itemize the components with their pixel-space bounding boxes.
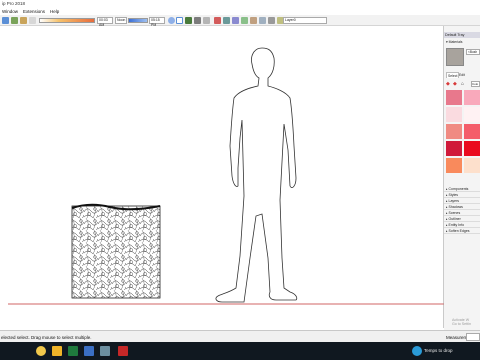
toolbar: 00:03 AM Noon 05:15 PM Layer0	[0, 15, 480, 27]
taskbar: Temps to drop	[0, 342, 480, 360]
forward-arrow-icon[interactable]: ◆	[453, 81, 457, 87]
material-name-field[interactable]: <Bush	[466, 49, 480, 55]
title-bar: ip Pro 2018	[0, 0, 480, 7]
bush-block[interactable]	[71, 203, 161, 299]
file-explorer-icon[interactable]	[52, 346, 62, 356]
measurements-input[interactable]	[466, 333, 480, 341]
swatch[interactable]	[464, 124, 480, 139]
menu-bar: Window Extensions Help	[0, 7, 480, 15]
panel-soften-edges[interactable]: ▸Soften Edges	[444, 228, 480, 234]
status-message: elected select. Drag mouse to select mul…	[1, 335, 92, 340]
camera-icon[interactable]	[214, 17, 221, 24]
swatch[interactable]	[464, 90, 480, 105]
chrome-icon[interactable]	[36, 346, 46, 356]
tray-title[interactable]: Default Tray	[444, 32, 480, 38]
back-arrow-icon[interactable]: ◆	[446, 81, 450, 87]
right-view-icon[interactable]	[259, 17, 266, 24]
warehouse-icon[interactable]	[194, 17, 201, 24]
component-icon[interactable]	[185, 17, 192, 24]
layer-select[interactable]: Layer0	[283, 17, 327, 24]
collection-select[interactable]: Colo	[471, 81, 480, 87]
fog-icon[interactable]	[168, 17, 175, 24]
word-icon[interactable]	[84, 346, 94, 356]
swatch[interactable]	[464, 107, 480, 122]
front-view-icon[interactable]	[250, 17, 257, 24]
excel-icon[interactable]	[68, 346, 78, 356]
model-canvas[interactable]	[0, 26, 445, 328]
watermark-line-2: Go to Settin	[452, 322, 471, 326]
swatch[interactable]	[464, 158, 480, 173]
activation-watermark: Activate W Go to Settin	[452, 318, 471, 326]
window-title: ip Pro 2018	[2, 1, 26, 6]
person-silhouette[interactable]	[215, 47, 298, 303]
swatch-grid	[446, 90, 480, 173]
back-view-icon[interactable]	[268, 17, 275, 24]
tab-edit[interactable]: Edit	[458, 72, 466, 78]
extension-icon[interactable]	[203, 17, 210, 24]
eraser-tool-icon[interactable]	[11, 17, 18, 24]
measurements-label: Measurem	[446, 335, 468, 340]
menu-item-extensions[interactable]: Extensions	[23, 9, 45, 14]
tray-panel-list: ▸Components ▸Styles ▸Layers ▸Shadows ▸Sc…	[444, 186, 480, 234]
home-view-icon[interactable]	[223, 17, 230, 24]
paint-tool-icon[interactable]	[20, 17, 27, 24]
app-icon[interactable]	[100, 346, 110, 356]
menu-item-window[interactable]: Window	[2, 9, 18, 14]
default-tray: Default Tray ▾ Materials <Bush Select Ed…	[444, 26, 480, 330]
swatch[interactable]	[446, 124, 462, 139]
swatch[interactable]	[464, 141, 480, 156]
orbit-icon[interactable]	[176, 17, 183, 24]
taskbar-notification-text: Temps to drop	[424, 348, 453, 353]
materials-section-header[interactable]: ▾ Materials	[444, 39, 480, 45]
materials-heading: Materials	[448, 40, 463, 44]
sketchup-icon[interactable]	[118, 346, 128, 356]
noon-label: Noon	[115, 17, 127, 24]
status-bar: elected select. Drag mouse to select mul…	[0, 330, 480, 342]
swatch[interactable]	[446, 107, 462, 122]
model-viewport[interactable]	[0, 26, 445, 328]
iso-view-icon[interactable]	[232, 17, 239, 24]
select-tool-icon[interactable]	[2, 17, 9, 24]
home-icon[interactable]: ⌂	[461, 81, 464, 87]
date-field[interactable]: 05:15 PM	[149, 17, 165, 27]
time-slider[interactable]	[39, 18, 95, 23]
shadow-toggle-icon[interactable]	[29, 17, 36, 24]
menu-item-help[interactable]: Help	[50, 9, 59, 14]
weather-icon[interactable]	[412, 346, 422, 356]
swatch[interactable]	[446, 90, 462, 105]
time-field[interactable]: 00:03 AM	[97, 17, 113, 27]
top-view-icon[interactable]	[241, 17, 248, 24]
material-preview[interactable]	[446, 48, 464, 66]
swatch[interactable]	[446, 141, 462, 156]
swatch[interactable]	[446, 158, 462, 173]
date-slider[interactable]	[128, 18, 148, 23]
